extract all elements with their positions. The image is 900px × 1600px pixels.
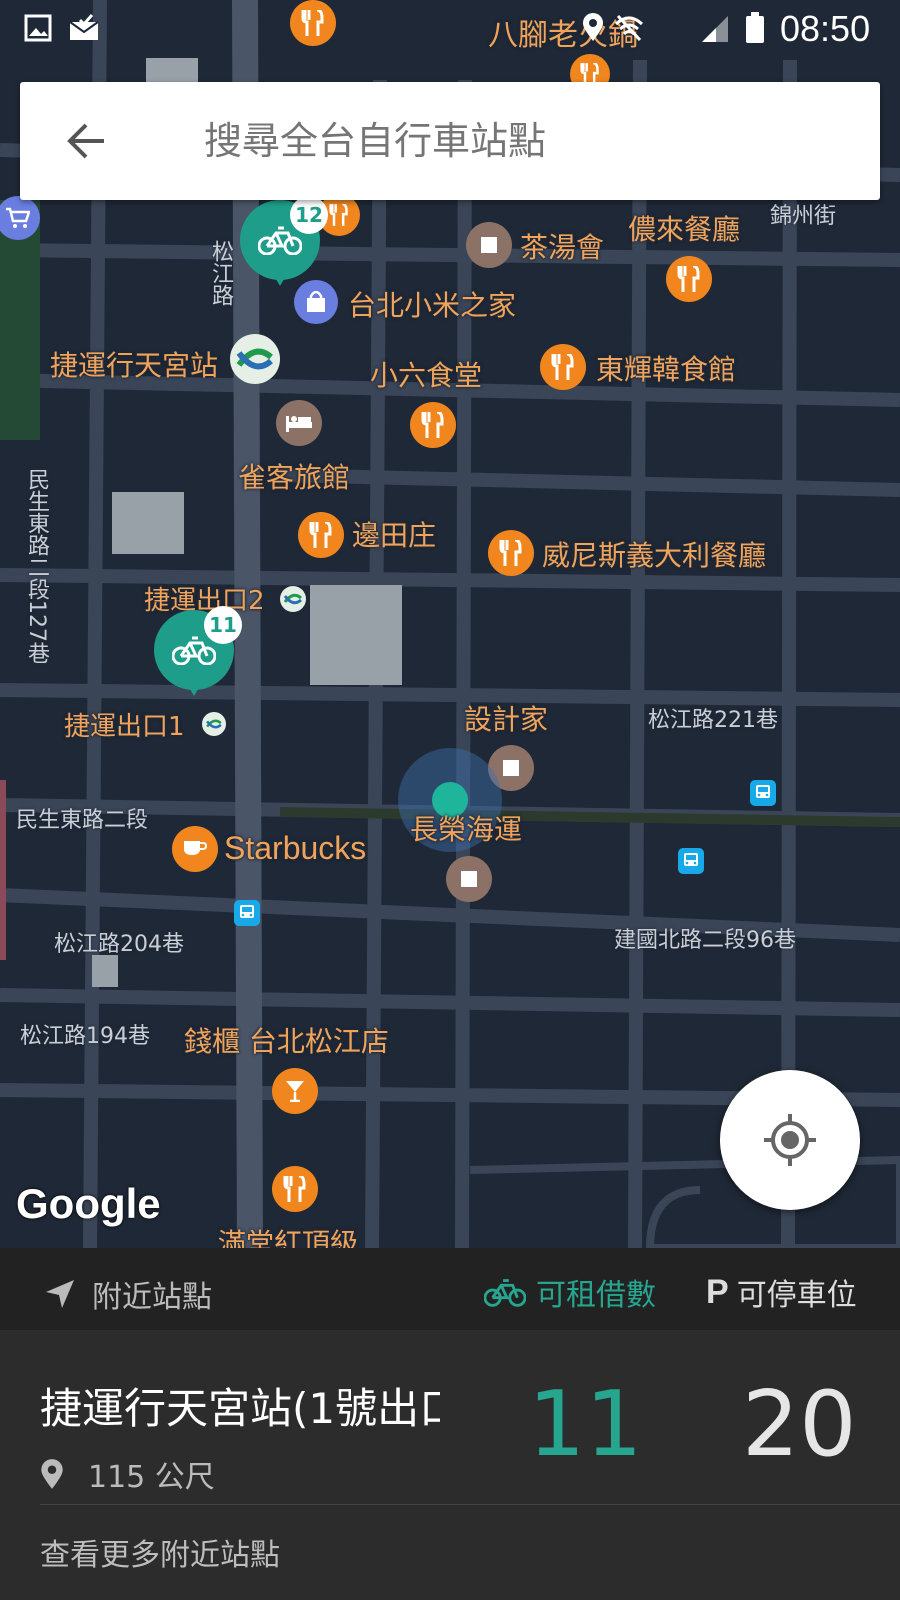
poi-label: 錢櫃 台北松江店 [184,1025,389,1058]
poi-label: 威尼斯義大利餐廳 [542,539,767,572]
poi-label: 設計家 [464,703,549,736]
restaurant-icon[interactable] [488,530,534,576]
parking-count: 20 [742,1372,857,1477]
metro-exit-icon[interactable] [202,712,226,736]
location-pin-icon [41,1459,63,1489]
metro-exit-icon[interactable] [280,586,306,612]
street-label: 松江路204巷 [54,932,184,957]
more-stations-link[interactable]: 查看更多附近站點 [40,1530,280,1574]
distance-text: 115 公尺 [88,1460,215,1495]
poi-label: 滿堂紅頂級 [218,1227,359,1248]
crosshair-icon [764,1114,816,1166]
status-bar: 八腳老火鍋 08:50 [0,0,900,58]
battery-icon [746,12,764,43]
wifi-off-icon [614,14,644,42]
street-label: 松江路194巷 [20,1024,150,1049]
search-bar [20,82,880,200]
mail-check-icon [69,14,99,40]
building-block [310,585,402,685]
my-location-button[interactable] [720,1070,860,1210]
station-card[interactable]: 捷運行天宮站(1號出口) 115 公尺 11 20 查看更多附近站點 [0,1330,900,1600]
poi-label: 台北小米之家 [348,289,517,322]
tab-parking[interactable]: P 可停車位 [706,1270,857,1314]
tab-nearby-label: 附近站點 [92,1280,212,1315]
poi-label: 東輝韓食館 [596,353,737,386]
hotel-bed-icon[interactable] [276,400,322,446]
restaurant-icon[interactable] [272,1166,318,1212]
signal-icon [702,16,728,42]
poi-label: 小六食堂 [370,359,483,392]
station-distance: 115 公尺 [40,1452,215,1496]
poi-label: 捷運出口1 [64,712,185,742]
poi-label: 捷運行天宮站 [50,349,219,382]
divider [40,1504,900,1505]
bus-stop-icon[interactable] [678,848,704,874]
restaurant-icon[interactable] [540,344,586,390]
rentable-count: 11 [528,1372,643,1477]
bus-stop-icon[interactable] [750,780,776,806]
clock: 08:50 [780,8,871,49]
street-label: 民生東路二段 [16,808,149,833]
location-pin-icon [583,13,603,41]
store-icon[interactable] [466,222,512,268]
street-label: 民生東路二段127巷 [24,468,49,664]
metro-station-icon[interactable] [230,334,280,384]
shopping-bag-icon[interactable] [294,280,338,324]
parking-p-icon: P [706,1272,729,1311]
poi-label: 雀客旅館 [238,461,351,494]
building-block [146,58,198,82]
restaurant-icon[interactable] [298,512,344,558]
building-block [92,955,118,987]
bike-station-marker[interactable]: 12 [240,196,328,292]
street-label: 松江路 [208,240,233,306]
tab-nearby[interactable]: 附近站點 [44,1272,212,1316]
cocktail-icon[interactable] [272,1068,318,1114]
bike-icon [484,1279,526,1307]
restaurant-icon[interactable] [666,256,712,302]
navigation-arrow-icon [46,1280,74,1308]
tab-rentable[interactable]: 可租借數 [484,1270,656,1314]
bike-count-badge: 12 [290,196,328,234]
street-label: 建國北路二段96巷 [614,928,796,953]
station-name: 捷運行天宮站(1號出口) [40,1384,440,1433]
coffee-cup-icon[interactable] [172,826,218,872]
restaurant-icon[interactable] [410,402,456,448]
poi-label: 長榮海運 [410,813,523,846]
google-attribution: Google [16,1180,161,1227]
poi-label: 儂來餐廳 [628,213,741,246]
tab-rentable-label: 可租借數 [536,1278,656,1313]
search-input[interactable] [202,118,806,164]
poi-label: 茶湯會 [520,231,605,264]
street-label: 錦州街 [770,204,837,229]
sort-tabs: 附近站點 可租借數 P 可停車位 [0,1248,900,1330]
gallery-icon [24,14,52,42]
back-arrow-icon[interactable] [66,122,106,160]
store-icon[interactable] [446,856,492,902]
street-label: 松江路221巷 [648,708,778,733]
bike-station-marker[interactable]: 11 [154,606,242,702]
bus-stop-icon[interactable] [234,900,260,926]
tab-parking-label: 可停車位 [736,1278,857,1313]
poi-label: 邊田庄 [352,519,437,552]
bike-count-badge: 11 [204,606,242,644]
building-block [112,492,184,554]
poi-label: Starbucks [224,830,367,866]
